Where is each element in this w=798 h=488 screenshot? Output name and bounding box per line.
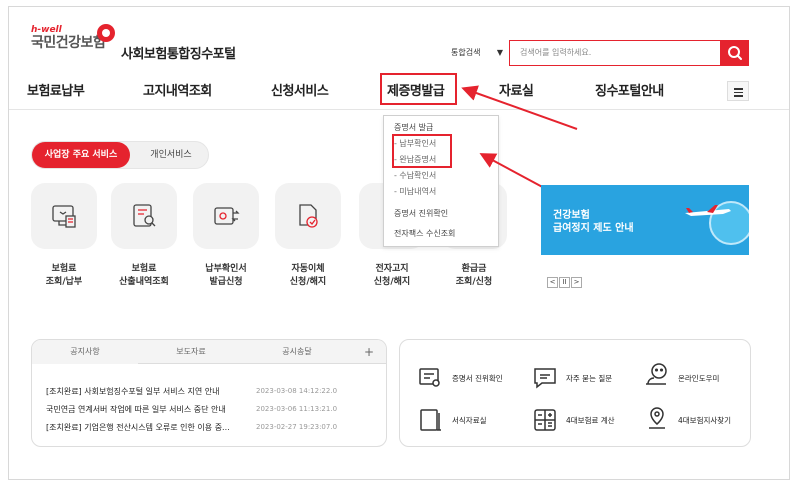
search-scope-label: 통합검색: [451, 48, 481, 57]
document-check-icon: [299, 204, 318, 228]
dropdown-highlight-box: [392, 134, 452, 168]
notice-title: [조치완료] 사회보험징수포털 일부 서비스 지연 안내: [46, 387, 220, 396]
quick-link-label: 증명서 진위확인: [452, 374, 503, 383]
tab-notices[interactable]: 공지사항: [32, 340, 138, 364]
helper-icon: [646, 363, 667, 385]
nav-item-notice-history[interactable]: 고지내역조회: [143, 80, 212, 99]
tile-label-refund: 환급금 조회/신청: [455, 264, 493, 287]
quick-links-panel: 증명서 진위확인 자주 묻는 질문 온라인도우미 서식자료실 4대보험료 계산: [399, 339, 751, 447]
location-pin-icon: [649, 407, 665, 429]
airplane-icon: [685, 205, 731, 216]
nav-item-resources[interactable]: 자료실: [499, 80, 534, 99]
promo-banner[interactable]: 건강보험 급여정지 제도 안내: [541, 185, 749, 255]
pager-next-button[interactable]: >: [571, 277, 582, 288]
quick-link-label: 온라인도우미: [678, 374, 720, 383]
notice-date: 2023-03-08 14:12:22.0: [256, 387, 338, 395]
notice-row[interactable]: [조치완료] 기업은행 전산시스템 오류로 인한 이용 중...: [46, 422, 230, 433]
banner-pager: < II >: [547, 269, 583, 288]
search-scope-select[interactable]: 통합검색 ▼: [441, 41, 507, 65]
notice-row[interactable]: [조치완료] 사회보험징수포털 일부 서비스 지연 안내: [46, 386, 220, 397]
search-button[interactable]: [721, 40, 749, 66]
tab-public-notices[interactable]: 공시송달: [244, 340, 350, 364]
portal-title: 사회보험통합징수포털: [121, 47, 236, 62]
tile-auto-transfer[interactable]: [275, 183, 341, 249]
pager-prev-button[interactable]: <: [547, 277, 558, 288]
dropdown-item-authenticity-check[interactable]: 증명서 진위확인: [394, 208, 448, 219]
tile-label-premium-calculation: 보험료 산출내역조회: [119, 264, 169, 287]
tile-label-premium-inquiry: 보험료 조회/납부: [45, 264, 83, 287]
notice-date: 2023-02-27 19:23:07.0: [256, 423, 338, 431]
tile-payment-certificate[interactable]: [193, 183, 259, 249]
page-frame: h-well 국민건강보험 사회보험통합징수포털 통합검색 ▼ 검색어를 입력하…: [8, 6, 790, 480]
logo[interactable]: h-well 국민건강보험: [31, 25, 106, 51]
nav-item-application-service[interactable]: 신청서비스: [271, 80, 329, 99]
nav-item-portal-guide[interactable]: 징수포털안내: [595, 80, 664, 99]
logo-main-text: 국민건강보험: [31, 35, 106, 51]
certificate-dropdown-menu: 증명서 발급 - 납부확인서 - 완납증명서 - 수납확인서 - 미납내역서 증…: [383, 115, 499, 247]
tile-premium-calculation[interactable]: [111, 183, 177, 249]
tab-press-releases[interactable]: 보도자료: [138, 340, 244, 364]
menu-button[interactable]: [727, 81, 749, 101]
dropdown-subitem-receipt-confirmation[interactable]: - 수납확인서: [394, 170, 436, 181]
logo-mark-icon: [97, 24, 115, 42]
quick-link-label: 4대보험지사찾기: [678, 416, 732, 425]
search-input[interactable]: 검색어를 입력하세요.: [509, 40, 721, 66]
quick-link-label: 서식자료실: [452, 416, 487, 425]
search-icon: [728, 46, 742, 60]
tile-label-payment-certificate: 납부확인서 발급신청: [205, 264, 247, 287]
chevron-down-icon: ▼: [496, 48, 503, 57]
notice-row[interactable]: 국민연금 연계서버 작업에 따른 일부 서비스 중단 안내: [46, 404, 226, 415]
quick-link-label: 자주 묻는 질문: [566, 374, 613, 383]
banner-subtitle: 급여정지 제도 안내: [553, 223, 634, 234]
notice-title: 국민연금 연계서버 작업에 따른 일부 서비스 중단 안내: [46, 405, 226, 414]
nav-item-premium-payment[interactable]: 보험료납부: [27, 80, 85, 99]
quick-link-label: 4대보험료 계산: [566, 416, 615, 425]
dropdown-item-certificate-issue[interactable]: 증명서 발급: [394, 122, 433, 133]
hamburger-icon: [734, 88, 743, 90]
service-tab-group: 사업장 주요 서비스 개인서비스: [31, 141, 209, 169]
notice-date: 2023-03-06 11:13:21.0: [256, 405, 338, 413]
tile-label-auto-transfer: 자동이체 신청/해지: [289, 264, 327, 287]
document-form-icon: [420, 409, 441, 431]
tab-personal-services[interactable]: 개인서비스: [138, 142, 204, 168]
certificate-check-icon: [419, 368, 440, 387]
notice-title: [조치완료] 기업은행 전산시스템 오류로 인한 이용 중...: [46, 423, 230, 432]
chat-bubble-icon: [534, 368, 556, 389]
notice-panel: 공지사항 보도자료 공시송달 + [조치완료] 사회보험징수포털 일부 서비스 …: [31, 339, 387, 447]
tile-premium-inquiry[interactable]: [31, 183, 97, 249]
invoice-search-icon: [133, 204, 156, 227]
dropdown-subitem-unpaid-statement[interactable]: - 미납내역서: [394, 186, 436, 197]
more-button[interactable]: +: [350, 340, 386, 364]
nav-divider: [9, 109, 789, 110]
monitor-document-icon: [52, 205, 76, 228]
calculator-icon: [534, 409, 556, 431]
notice-tab-bar: 공지사항 보도자료 공시송달 +: [32, 340, 386, 364]
card-transfer-icon: [214, 207, 240, 225]
dropdown-item-efax-inquiry[interactable]: 전자팩스 수신조회: [394, 228, 455, 239]
tile-label-e-notice: 전자고지 신청/해지: [373, 264, 411, 287]
logo-small-text: h-well: [31, 25, 62, 35]
nav-highlight-box: [380, 73, 457, 105]
tab-business-services[interactable]: 사업장 주요 서비스: [32, 142, 130, 168]
pager-pause-button[interactable]: II: [559, 277, 570, 288]
